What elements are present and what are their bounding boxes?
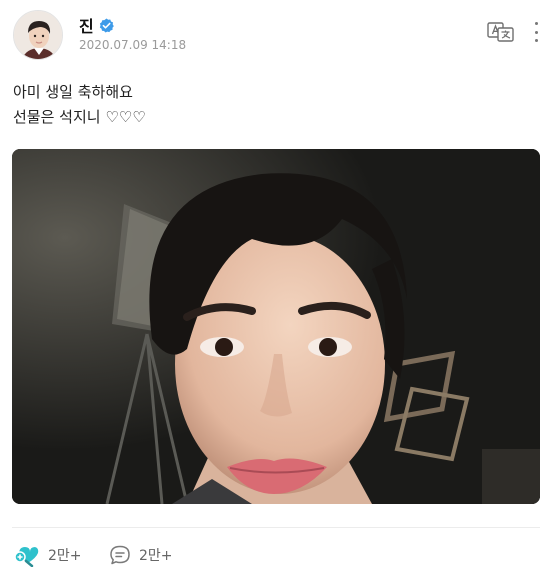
- author-name[interactable]: 진: [79, 13, 94, 37]
- translate-button[interactable]: [486, 21, 516, 43]
- avatar-image: [14, 11, 62, 59]
- like-button[interactable]: 2만+: [14, 540, 82, 570]
- post-text-line: 아미 생일 축하해요: [13, 83, 133, 101]
- more-options-button[interactable]: [529, 19, 543, 45]
- post-photo[interactable]: [12, 149, 540, 504]
- selfie-image: [12, 149, 540, 504]
- comment-button[interactable]: 2만+: [109, 540, 173, 570]
- post-timestamp: 2020.07.09 14:18: [79, 38, 187, 52]
- comment-count: 2만+: [139, 548, 173, 564]
- post-card: 진 2020.07.09 14:18 아미 생일 축하해요 선물은 석지니 ♡♡…: [0, 0, 551, 581]
- author-avatar[interactable]: [13, 10, 63, 60]
- post-text-line: 선물은 석지니 ♡♡♡: [13, 108, 146, 126]
- translate-icon: [487, 22, 514, 42]
- actions-divider: [12, 527, 540, 528]
- more-vertical-icon-dot: [534, 30, 538, 34]
- verified-badge-icon: [99, 17, 115, 33]
- post-text: 아미 생일 축하해요 선물은 석지니 ♡♡♡: [13, 80, 146, 130]
- more-vertical-icon-dot: [534, 39, 538, 42]
- author-info: 진: [79, 13, 115, 37]
- more-vertical-icon-dot: [534, 22, 538, 25]
- like-count: 2만+: [48, 548, 82, 564]
- comment-icon: [110, 545, 130, 565]
- like-icon: [14, 547, 39, 567]
